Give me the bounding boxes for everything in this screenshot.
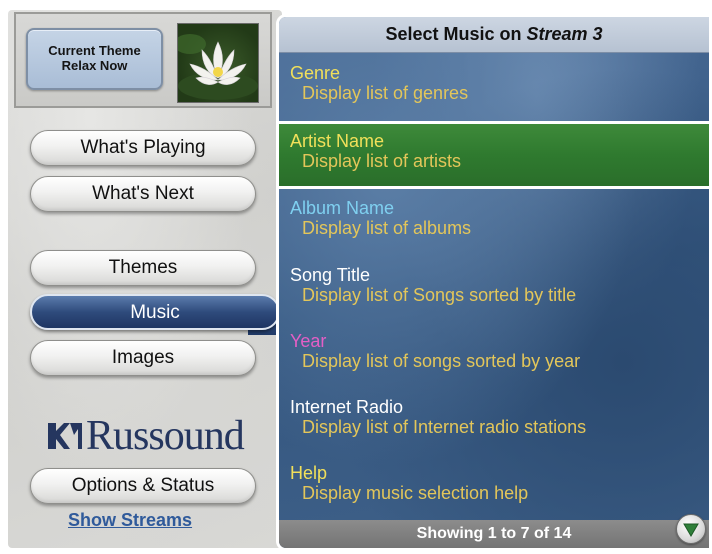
russound-logo-icon [48, 423, 82, 449]
list-item-title: Song Title [290, 265, 371, 285]
down-arrow-icon [683, 523, 699, 537]
list-item-desc: Display list of albums [302, 218, 472, 238]
left-panel: Current Theme Relax Now What's Playing W… [8, 10, 290, 548]
list-item-title: Artist Name [290, 131, 385, 151]
list-item-genre[interactable]: Genre Display list of genres [279, 53, 709, 119]
pagination-status: Showing 1 to 7 of 14 [279, 520, 709, 548]
list-item-album-name[interactable]: Album Name Display list of albums [279, 190, 709, 256]
current-theme-label: Current Theme [48, 43, 141, 58]
list-item-desc: Display list of Songs sorted by title [302, 285, 577, 305]
images-button[interactable]: Images [30, 340, 256, 376]
current-theme-name: Relax Now [61, 58, 128, 73]
list-item-title: Genre [290, 63, 341, 83]
list-item-desc: Display list of genres [302, 83, 469, 103]
list-item-artist-name[interactable]: Artist Name Display list of artists [279, 121, 709, 189]
music-selection-panel: Select Music on Stream 3 Genre Display l… [276, 14, 712, 551]
russound-logo: Russound [48, 412, 258, 460]
options-status-button[interactable]: Options & Status [30, 468, 256, 504]
russound-logo-text: Russound [86, 413, 245, 459]
list-item-year[interactable]: Year Display list of songs sorted by yea… [279, 321, 709, 387]
list-item-title: Year [290, 331, 327, 351]
list-item-desc: Display list of songs sorted by year [302, 351, 581, 371]
header-prefix: Select Music on [385, 24, 527, 44]
header-stream: Stream 3 [526, 24, 603, 44]
lotus-flower-icon [177, 23, 259, 103]
whats-playing-button[interactable]: What's Playing [30, 130, 256, 166]
list-item-help[interactable]: Help Display music selection help [279, 453, 709, 519]
list-item-song-title[interactable]: Song Title Display list of Songs sorted … [279, 255, 709, 321]
list-item-title: Internet Radio [290, 397, 404, 417]
list-item-desc: Display list of Internet radio stations [302, 417, 587, 437]
list-item-internet-radio[interactable]: Internet Radio Display list of Internet … [279, 387, 709, 453]
list-item-desc: Display list of artists [302, 151, 462, 171]
music-button[interactable]: Music [30, 294, 280, 330]
current-theme-button[interactable]: Current Theme Relax Now [26, 28, 163, 90]
whats-next-button[interactable]: What's Next [30, 176, 256, 212]
list-item-title: Help [290, 463, 328, 483]
scroll-down-button[interactable] [676, 514, 706, 544]
list-item-desc: Display music selection help [302, 483, 529, 503]
current-theme-box: Current Theme Relax Now [14, 12, 272, 108]
show-streams-link[interactable]: Show Streams [68, 510, 192, 531]
panel-header: Select Music on Stream 3 [279, 17, 709, 53]
themes-button[interactable]: Themes [30, 250, 256, 286]
list-item-title: Album Name [290, 198, 395, 218]
